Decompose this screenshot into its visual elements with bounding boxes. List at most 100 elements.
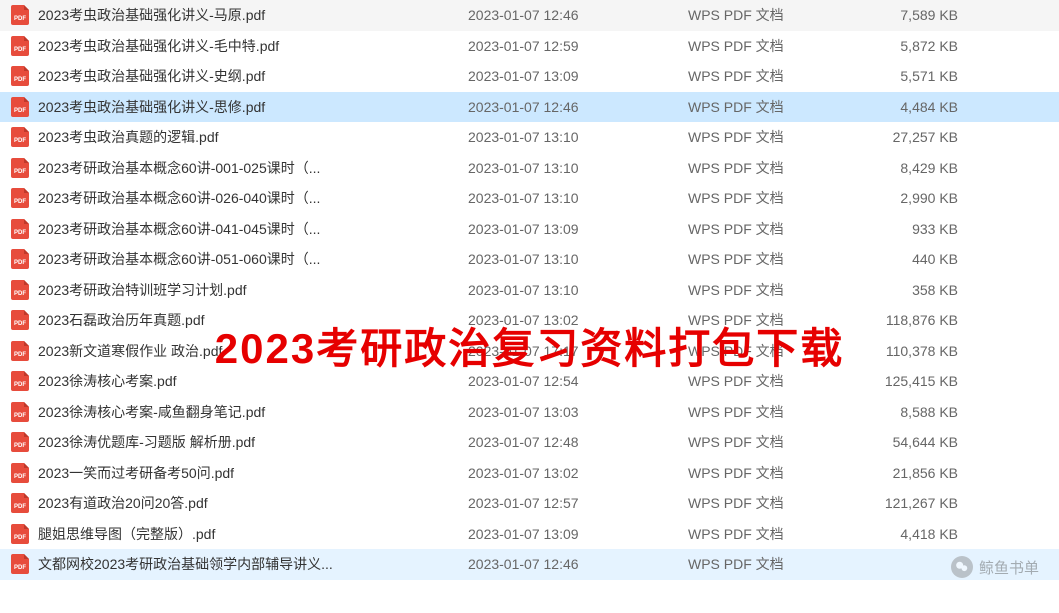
file-row[interactable]: PDF 2023徐涛核心考案.pdf2023-01-07 12:54WPS PD… — [0, 366, 1059, 397]
file-name: 2023一笑而过考研备考50问.pdf — [38, 463, 468, 483]
file-row[interactable]: PDF 2023考虫政治真题的逻辑.pdf2023-01-07 13:10WPS… — [0, 122, 1059, 153]
file-name: 2023考虫政治基础强化讲义-毛中特.pdf — [38, 36, 468, 56]
file-type: WPS PDF 文档 — [688, 554, 868, 574]
file-row[interactable]: PDF 2023考虫政治基础强化讲义-毛中特.pdf2023-01-07 12:… — [0, 31, 1059, 62]
pdf-file-icon: PDF — [10, 97, 30, 117]
svg-text:PDF: PDF — [14, 413, 26, 419]
file-date: 2023-01-07 12:57 — [468, 495, 688, 511]
file-name: 2023徐涛核心考案-咸鱼翻身笔记.pdf — [38, 402, 468, 422]
file-type: WPS PDF 文档 — [688, 249, 868, 269]
svg-text:PDF: PDF — [14, 565, 26, 571]
file-type: WPS PDF 文档 — [688, 341, 868, 361]
pdf-file-icon: PDF — [10, 432, 30, 452]
file-name: 2023石磊政治历年真题.pdf — [38, 310, 468, 330]
file-type: WPS PDF 文档 — [688, 432, 868, 452]
file-type: WPS PDF 文档 — [688, 310, 868, 330]
file-row[interactable]: PDF 2023有道政治20问20答.pdf2023-01-07 12:57WP… — [0, 488, 1059, 519]
file-name: 2023考研政治基本概念60讲-051-060课时（... — [38, 249, 468, 269]
file-type: WPS PDF 文档 — [688, 36, 868, 56]
file-type: WPS PDF 文档 — [688, 219, 868, 239]
pdf-file-icon: PDF — [10, 5, 30, 25]
file-name: 2023新文道寒假作业 政治.pdf — [38, 341, 468, 361]
pdf-file-icon: PDF — [10, 371, 30, 391]
pdf-file-icon: PDF — [10, 280, 30, 300]
file-type: WPS PDF 文档 — [688, 97, 868, 117]
file-date: 2023-01-07 13:09 — [468, 68, 688, 84]
file-row[interactable]: PDF 2023考研政治特训班学习计划.pdf2023-01-07 13:10W… — [0, 275, 1059, 306]
file-type: WPS PDF 文档 — [688, 463, 868, 483]
file-type: WPS PDF 文档 — [688, 402, 868, 422]
file-type: WPS PDF 文档 — [688, 5, 868, 25]
file-date: 2023-01-07 17:17 — [468, 343, 688, 359]
pdf-file-icon: PDF — [10, 463, 30, 483]
pdf-file-icon: PDF — [10, 188, 30, 208]
file-row[interactable]: PDF 2023考研政治基本概念60讲-001-025课时（...2023-01… — [0, 153, 1059, 184]
svg-text:PDF: PDF — [14, 169, 26, 175]
svg-text:PDF: PDF — [14, 230, 26, 236]
file-name: 2023考研政治基本概念60讲-041-045课时（... — [38, 219, 468, 239]
svg-text:PDF: PDF — [14, 504, 26, 510]
file-date: 2023-01-07 13:10 — [468, 190, 688, 206]
file-row[interactable]: PDF 2023考研政治基本概念60讲-041-045课时（...2023-01… — [0, 214, 1059, 245]
file-date: 2023-01-07 13:10 — [468, 160, 688, 176]
file-name: 2023考研政治基本概念60讲-001-025课时（... — [38, 158, 468, 178]
file-row[interactable]: PDF 2023一笑而过考研备考50问.pdf2023-01-07 13:02W… — [0, 458, 1059, 489]
file-date: 2023-01-07 13:03 — [468, 404, 688, 420]
pdf-file-icon: PDF — [10, 219, 30, 239]
svg-text:PDF: PDF — [14, 77, 26, 83]
file-date: 2023-01-07 13:02 — [468, 465, 688, 481]
svg-text:PDF: PDF — [14, 474, 26, 480]
file-size: 121,267 KB — [868, 495, 988, 511]
file-row[interactable]: PDF 文都网校2023考研政治基础领学内部辅导讲义...2023-01-07 … — [0, 549, 1059, 580]
file-type: WPS PDF 文档 — [688, 280, 868, 300]
file-row[interactable]: PDF 2023新文道寒假作业 政治.pdf2023-01-07 17:17WP… — [0, 336, 1059, 367]
file-size: 21,856 KB — [868, 465, 988, 481]
file-size: 933 KB — [868, 221, 988, 237]
file-row[interactable]: PDF 2023徐涛优题库-习题版 解析册.pdf2023-01-07 12:4… — [0, 427, 1059, 458]
svg-text:PDF: PDF — [14, 535, 26, 541]
file-date: 2023-01-07 12:48 — [468, 434, 688, 450]
file-type: WPS PDF 文档 — [688, 127, 868, 147]
file-row[interactable]: PDF 2023考研政治基本概念60讲-051-060课时（...2023-01… — [0, 244, 1059, 275]
file-size: 5,872 KB — [868, 38, 988, 54]
file-size: 440 KB — [868, 251, 988, 267]
pdf-file-icon: PDF — [10, 341, 30, 361]
file-name: 2023考虫政治基础强化讲义-史纲.pdf — [38, 66, 468, 86]
file-date: 2023-01-07 13:09 — [468, 221, 688, 237]
svg-text:PDF: PDF — [14, 443, 26, 449]
file-row[interactable]: PDF 2023考研政治基本概念60讲-026-040课时（...2023-01… — [0, 183, 1059, 214]
file-size: 125,415 KB — [868, 373, 988, 389]
file-size: 27,257 KB — [868, 129, 988, 145]
file-type: WPS PDF 文档 — [688, 66, 868, 86]
file-date: 2023-01-07 13:02 — [468, 312, 688, 328]
pdf-file-icon: PDF — [10, 36, 30, 56]
file-row[interactable]: PDF 腿姐思维导图（完整版）.pdf2023-01-07 13:09WPS P… — [0, 519, 1059, 550]
file-date: 2023-01-07 13:10 — [468, 251, 688, 267]
file-list: PDF 2023考虫政治基础强化讲义-马原.pdf2023-01-07 12:4… — [0, 0, 1059, 580]
file-size: 110,378 KB — [868, 343, 988, 359]
file-type: WPS PDF 文档 — [688, 188, 868, 208]
pdf-file-icon: PDF — [10, 249, 30, 269]
file-name: 2023有道政治20问20答.pdf — [38, 493, 468, 513]
svg-text:PDF: PDF — [14, 260, 26, 266]
pdf-file-icon: PDF — [10, 493, 30, 513]
file-size: 8,588 KB — [868, 404, 988, 420]
file-name: 2023徐涛核心考案.pdf — [38, 371, 468, 391]
file-row[interactable]: PDF 2023徐涛核心考案-咸鱼翻身笔记.pdf2023-01-07 13:0… — [0, 397, 1059, 428]
file-type: WPS PDF 文档 — [688, 158, 868, 178]
pdf-file-icon: PDF — [10, 402, 30, 422]
svg-text:PDF: PDF — [14, 382, 26, 388]
file-row[interactable]: PDF 2023考虫政治基础强化讲义-马原.pdf2023-01-07 12:4… — [0, 0, 1059, 31]
file-date: 2023-01-07 13:10 — [468, 282, 688, 298]
file-row[interactable]: PDF 2023石磊政治历年真题.pdf2023-01-07 13:02WPS … — [0, 305, 1059, 336]
svg-text:PDF: PDF — [14, 138, 26, 144]
file-size: 358 KB — [868, 282, 988, 298]
file-row[interactable]: PDF 2023考虫政治基础强化讲义-史纲.pdf2023-01-07 13:0… — [0, 61, 1059, 92]
file-row[interactable]: PDF 2023考虫政治基础强化讲义-思修.pdf2023-01-07 12:4… — [0, 92, 1059, 123]
pdf-file-icon: PDF — [10, 66, 30, 86]
pdf-file-icon: PDF — [10, 127, 30, 147]
file-size: 2,990 KB — [868, 190, 988, 206]
pdf-file-icon: PDF — [10, 310, 30, 330]
file-date: 2023-01-07 12:46 — [468, 7, 688, 23]
file-name: 2023考虫政治真题的逻辑.pdf — [38, 127, 468, 147]
